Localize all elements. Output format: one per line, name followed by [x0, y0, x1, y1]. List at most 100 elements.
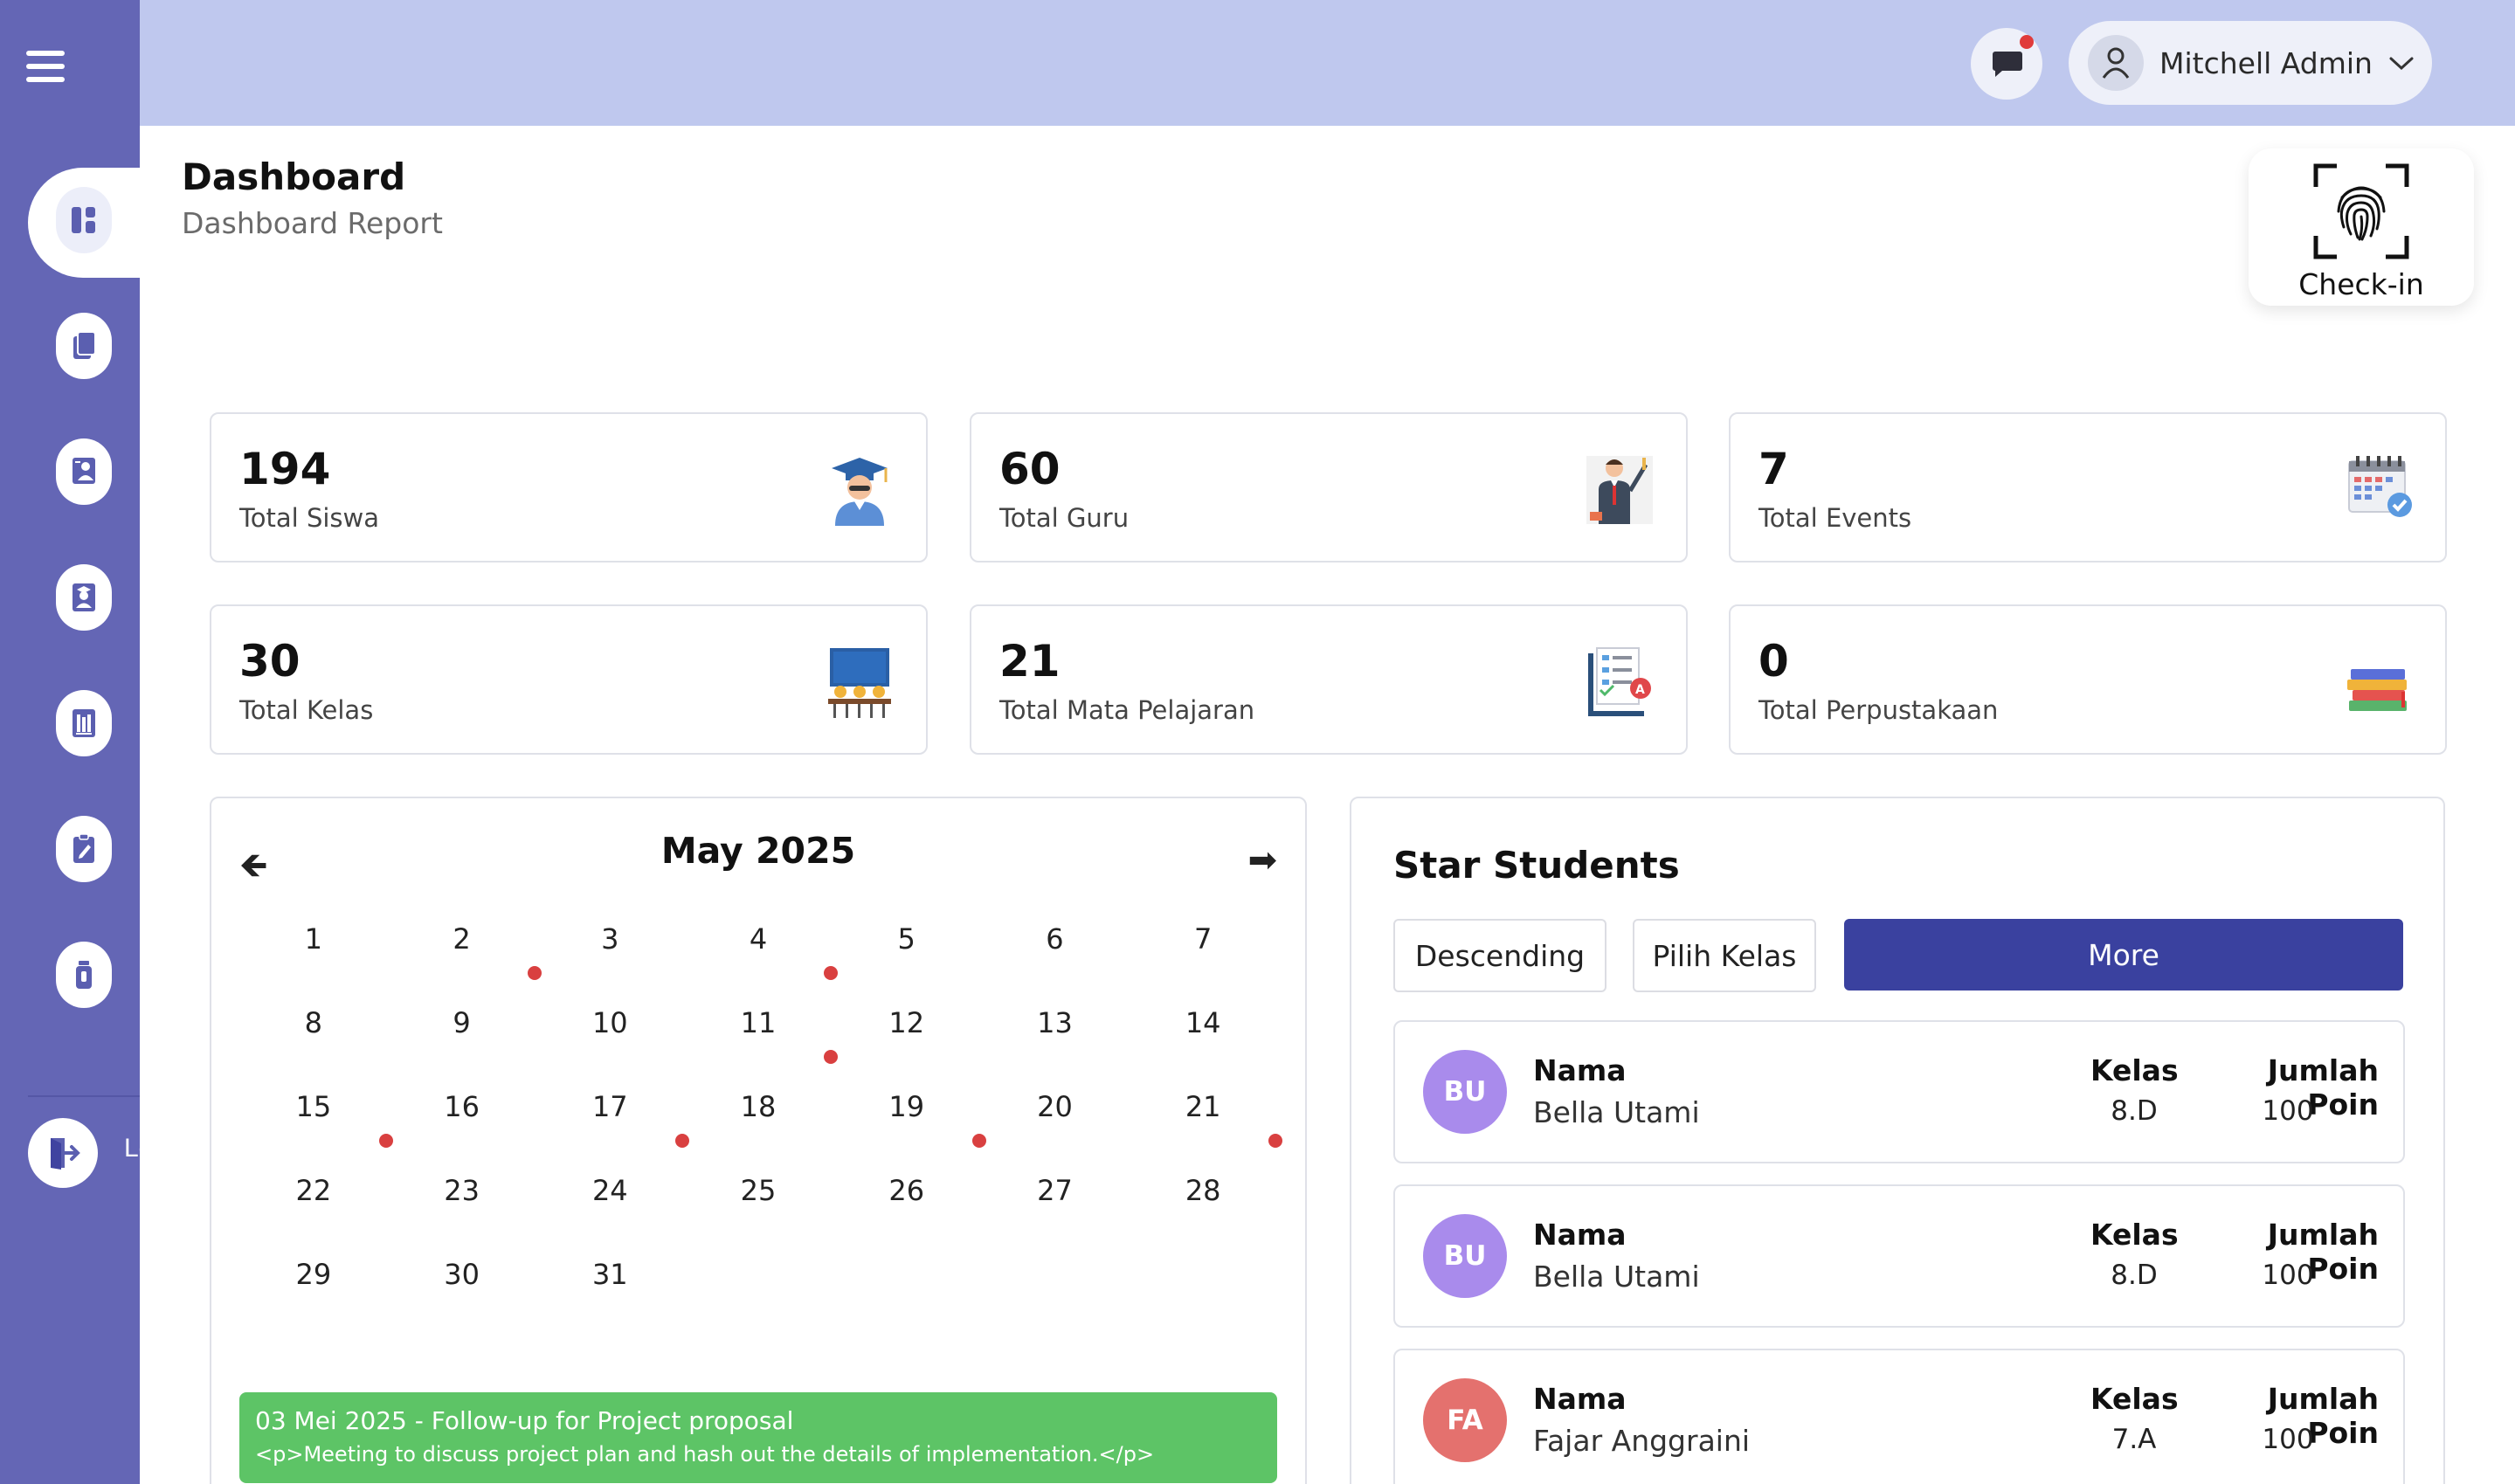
calendar-day-number: 27	[1037, 1174, 1073, 1207]
calendar-day-number: 11	[740, 1006, 777, 1039]
calendar-empty-cell	[833, 1239, 981, 1322]
logout-label[interactable]: Logout	[124, 1134, 140, 1163]
stat-card-siswa[interactable]: 194 Total Siswa	[210, 412, 928, 563]
student-card[interactable]: BU Nama Bella Utami Kelas 8.D Jumlah Poin 100	[1393, 1020, 2405, 1163]
calendar-day[interactable]: 27	[981, 1155, 1130, 1239]
sidebar-item-other[interactable]	[56, 942, 112, 1008]
calendar-day-number: 13	[1037, 1006, 1073, 1039]
calendar-event[interactable]: 03 Mei 2025 - Follow-up for Project prop…	[239, 1392, 1277, 1483]
calendar-day[interactable]: 8	[239, 987, 388, 1071]
chat-icon	[1993, 52, 2022, 77]
calendar-day[interactable]: 6	[981, 903, 1130, 987]
calendar-day-number: 30	[444, 1258, 480, 1291]
calendar-day[interactable]: 11	[684, 987, 839, 1071]
teacher-board-icon	[1586, 456, 1653, 524]
calendar-day[interactable]: 5	[833, 903, 981, 987]
sidebar-item-tasks[interactable]	[56, 816, 112, 882]
clipboard-icon	[73, 833, 94, 863]
avatar	[2088, 35, 2144, 91]
calendar-day[interactable]: 26	[833, 1155, 981, 1239]
user-menu[interactable]: Mitchell Admin	[2069, 21, 2432, 105]
calendar-grid: 1 2 3 4 5 6 7 8 9 10 11 12 13 14 15 16 17 18 19 20 21 22 23 24 2…	[239, 903, 1283, 1322]
stat-card-guru[interactable]: 60 Total Guru	[970, 412, 1688, 563]
avatar: FA	[1423, 1378, 1507, 1462]
sidebar-item-students[interactable]	[56, 564, 112, 631]
sort-order-button[interactable]: Descending	[1393, 919, 1606, 992]
more-button[interactable]: More	[1844, 919, 2403, 990]
calendar-day[interactable]: 12	[833, 987, 981, 1071]
books-stack-icon	[2347, 669, 2407, 711]
calendar-day[interactable]: 19	[833, 1071, 986, 1155]
calendar-day[interactable]: 17	[535, 1071, 690, 1155]
stat-label: Total Siswa	[239, 503, 380, 533]
class-filter-button[interactable]: Pilih Kelas	[1633, 919, 1816, 992]
calendar-day[interactable]: 14	[1129, 987, 1277, 1071]
calendar-day-number: 16	[444, 1090, 480, 1123]
calendar-week: 22 23 24 25 26 27 28	[239, 1155, 1277, 1239]
stat-card-kelas[interactable]: 30 Total Kelas	[210, 604, 928, 755]
calendar-day-number: 29	[295, 1258, 332, 1291]
student-card[interactable]: FA Nama Fajar Anggraini Kelas 7.A Jumlah Poin…	[1393, 1349, 2405, 1484]
classroom-icon	[828, 648, 891, 718]
books-icon	[73, 709, 95, 737]
calendar-day[interactable]: 1	[239, 903, 388, 987]
sidebar-item-documents[interactable]	[56, 313, 112, 379]
avatar: BU	[1423, 1214, 1507, 1298]
calendar-day-number: 20	[1037, 1090, 1073, 1123]
calendar-day[interactable]: 20	[981, 1071, 1130, 1155]
checkin-button[interactable]: Check-in	[2249, 148, 2474, 306]
calendar-day[interactable]: 10	[535, 987, 684, 1071]
calendar-day-number: 10	[591, 1006, 628, 1039]
calendar-day-number: 21	[1185, 1090, 1221, 1123]
calendar-day-number: 3	[601, 922, 619, 956]
calendar-week: 8 9 10 11 12 13 14	[239, 987, 1277, 1071]
calendar-day[interactable]: 21	[1129, 1071, 1283, 1155]
calendar-day[interactable]: 3	[535, 903, 684, 987]
stat-value: 21	[999, 636, 1061, 687]
document-icon	[73, 331, 96, 359]
sidebar: Logout	[0, 0, 150, 1484]
calendar-day[interactable]: 15	[239, 1071, 393, 1155]
calendar-day[interactable]: 2	[388, 903, 542, 987]
event-description: <p>Meeting to discuss project plan and h…	[255, 1442, 1155, 1467]
event-marker-dot	[1268, 1134, 1283, 1148]
calendar-day[interactable]: 16	[388, 1071, 536, 1155]
sidebar-item-dashboard[interactable]	[56, 187, 112, 253]
calendar-day[interactable]: 18	[684, 1071, 833, 1155]
nama-header: Nama	[1533, 1218, 1627, 1252]
sidebar-item-teachers[interactable]	[56, 438, 112, 505]
calendar-day[interactable]: 22	[239, 1155, 388, 1239]
calendar-day[interactable]: 23	[388, 1155, 536, 1239]
calendar: 🡸 May 2025 ➡ 1 2 3 4 5 6 7 8 9 10 11 12 13 14 15 16 17 18…	[210, 797, 1307, 1484]
student-poin: 100	[2262, 1424, 2314, 1455]
stat-value: 7	[1758, 444, 1789, 494]
sidebar-item-library[interactable]	[56, 690, 112, 756]
student-poin: 100	[2262, 1260, 2314, 1291]
calendar-day[interactable]: 25	[684, 1155, 833, 1239]
calendar-day[interactable]: 4	[684, 903, 839, 987]
calendar-week: 29 30 31	[239, 1239, 1277, 1322]
calendar-day-number: 14	[1185, 1006, 1221, 1039]
calendar-day[interactable]: 29	[239, 1239, 388, 1322]
stat-card-perpustakaan[interactable]: 0 Total Perpustakaan	[1729, 604, 2447, 755]
calendar-day[interactable]: 13	[981, 987, 1130, 1071]
calendar-day[interactable]: 28	[1129, 1155, 1277, 1239]
calendar-day[interactable]: 7	[1129, 903, 1277, 987]
stat-card-events[interactable]: 7 Total Events	[1729, 412, 2447, 563]
student-card[interactable]: BU Nama Bella Utami Kelas 8.D Jumlah Poin 100	[1393, 1184, 2405, 1328]
stat-value: 60	[999, 444, 1061, 494]
calendar-day[interactable]: 30	[388, 1239, 536, 1322]
calendar-next-button[interactable]: ➡	[1247, 840, 1277, 880]
student-name: Bella Utami	[1533, 1095, 1700, 1129]
calendar-day-number: 7	[1193, 922, 1213, 956]
calendar-day-number: 19	[888, 1090, 925, 1123]
calendar-day-number: 5	[897, 922, 915, 956]
calendar-day[interactable]: 24	[535, 1155, 684, 1239]
calendar-day-number: 26	[888, 1174, 925, 1207]
calendar-day[interactable]: 31	[535, 1239, 684, 1322]
menu-icon[interactable]	[26, 51, 65, 82]
stat-card-mapel[interactable]: 21 Total Mata Pelajaran A	[970, 604, 1688, 755]
calendar-day[interactable]: 9	[388, 987, 536, 1071]
fingerprint-icon	[2313, 163, 2409, 259]
logout-button[interactable]	[28, 1118, 98, 1188]
